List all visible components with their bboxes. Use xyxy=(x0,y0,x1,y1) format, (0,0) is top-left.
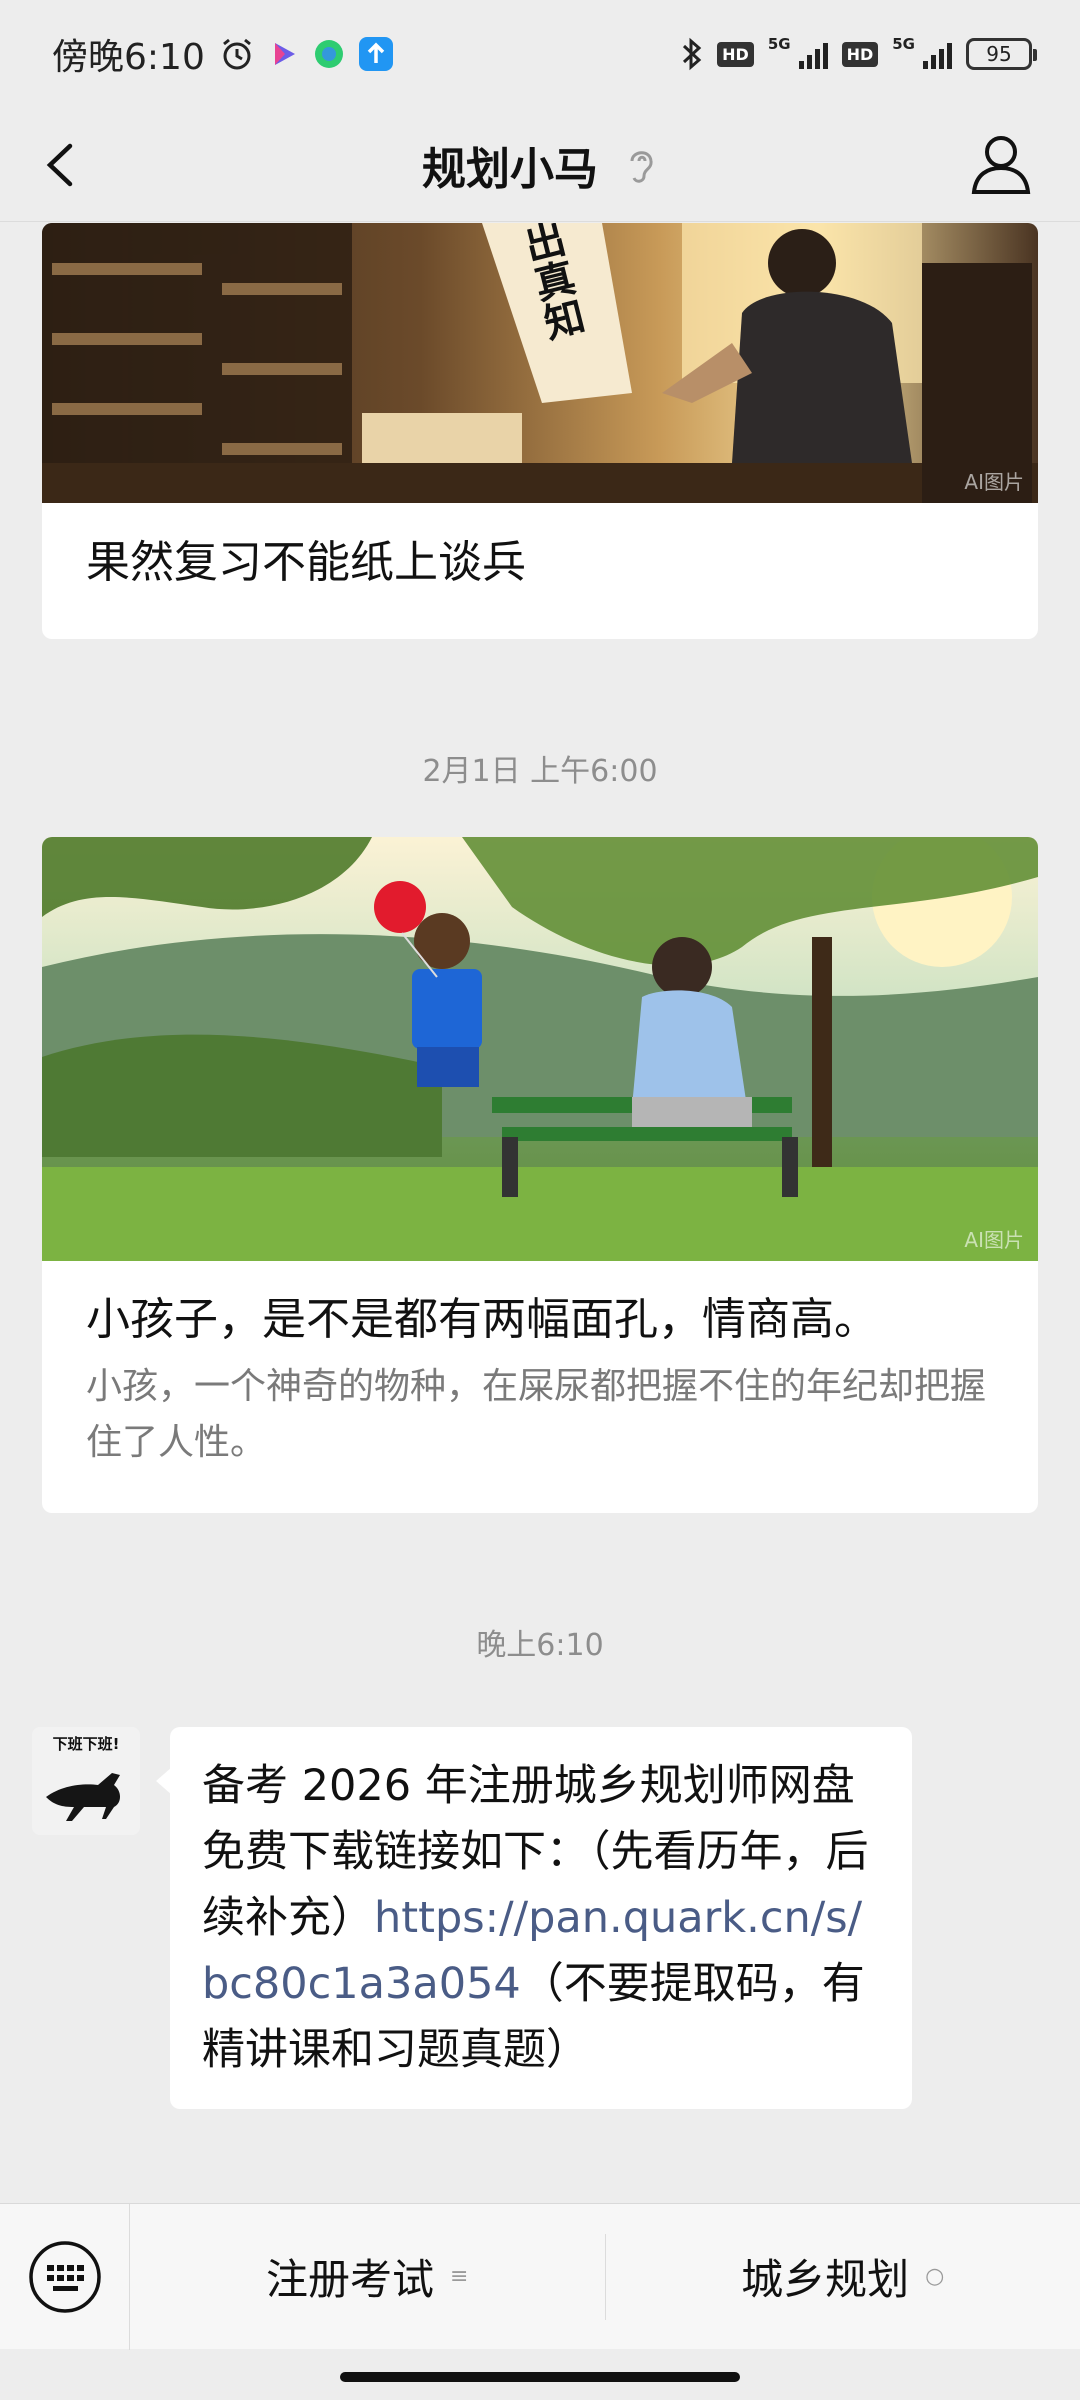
signal-icon-2 xyxy=(923,39,952,69)
article-image-1: 出真知 AI图片 xyxy=(42,223,1038,503)
article-title-2: 小孩子，是不是都有两幅面孔，情商高。 xyxy=(86,1294,878,1345)
hd-badge: HD xyxy=(717,41,754,67)
bluetooth-icon xyxy=(683,37,702,71)
ai-image-tag-2: AI图片 xyxy=(964,1228,1024,1252)
nav-bar: 规划小马 xyxy=(0,108,1080,222)
alarm-icon xyxy=(222,38,251,70)
ear-icon xyxy=(630,150,653,183)
bottom-menu-bar: 注册考试 ≡ 城乡规划 ○ xyxy=(0,2203,1080,2350)
article-card-1[interactable]: 出真知 AI图片 果然复习不能纸上谈兵 xyxy=(42,223,1038,639)
status-bar: 傍晚6:10 HD 5G HD 5G 95 xyxy=(0,0,1080,108)
article-image-2: AI图片 xyxy=(42,837,1038,1261)
back-arrow-icon[interactable] xyxy=(36,138,90,192)
park-scene-illustration xyxy=(42,837,1038,1261)
avatar-caption: 下班下班! xyxy=(52,1735,120,1753)
hd-badge-2: HD xyxy=(841,41,879,67)
chat-title: 规划小马 xyxy=(422,143,598,195)
menu-chat-icon: ○ xyxy=(925,2264,945,2289)
home-indicator[interactable] xyxy=(340,2372,740,2382)
status-time: 傍晚6:10 xyxy=(52,37,205,78)
network-type-2: 5G xyxy=(892,35,915,53)
article-title-1: 果然复习不能纸上谈兵 xyxy=(86,537,526,588)
menu-label-planning: 城乡规划 xyxy=(741,2255,910,2304)
menu-button-planning[interactable]: 城乡规划 ○ xyxy=(606,2204,1080,2350)
upload-app-icon xyxy=(358,37,393,71)
menu-button-exam[interactable]: 注册考试 ≡ xyxy=(130,2204,605,2350)
battery-icon: 95 xyxy=(966,38,1037,70)
video-app-icon xyxy=(274,43,295,65)
battery-level: 95 xyxy=(986,42,1012,66)
profile-icon[interactable] xyxy=(970,132,1032,196)
article-description-2: 小孩，一个神奇的物种，在屎尿都把握不住的年纪却把握住了人性。 xyxy=(86,1366,987,1463)
timestamp-2: 晚上6:10 xyxy=(476,1628,604,1663)
chat-area[interactable]: 出真知 AI图片 果然复习不能纸上谈兵 2月1日 上午6:00 AI图片 小孩子… xyxy=(0,223,1080,2203)
avatar[interactable]: 下班下班! xyxy=(32,1727,140,1835)
menu-label-exam: 注册考试 xyxy=(266,2255,435,2304)
signal-icon-1 xyxy=(798,39,828,69)
network-type-1: 5G xyxy=(767,35,791,53)
ai-image-tag-1: AI图片 xyxy=(964,470,1024,494)
message-bubble[interactable]: 备考 2026 年注册城乡规划师网盘免费下载链接如下：（先看历年，后续补充）ht… xyxy=(156,1727,912,2109)
article-card-2[interactable]: AI图片 小孩子，是不是都有两幅面孔，情商高。 小孩，一个神奇的物种，在屎尿都把… xyxy=(42,837,1038,1513)
timestamp-1: 2月1日 上午6:00 xyxy=(422,754,658,789)
browser-app-icon xyxy=(314,40,343,68)
keyboard-icon xyxy=(28,2240,101,2313)
menu-list-icon: ≡ xyxy=(450,2264,469,2289)
keyboard-toggle-button[interactable] xyxy=(0,2203,130,2350)
